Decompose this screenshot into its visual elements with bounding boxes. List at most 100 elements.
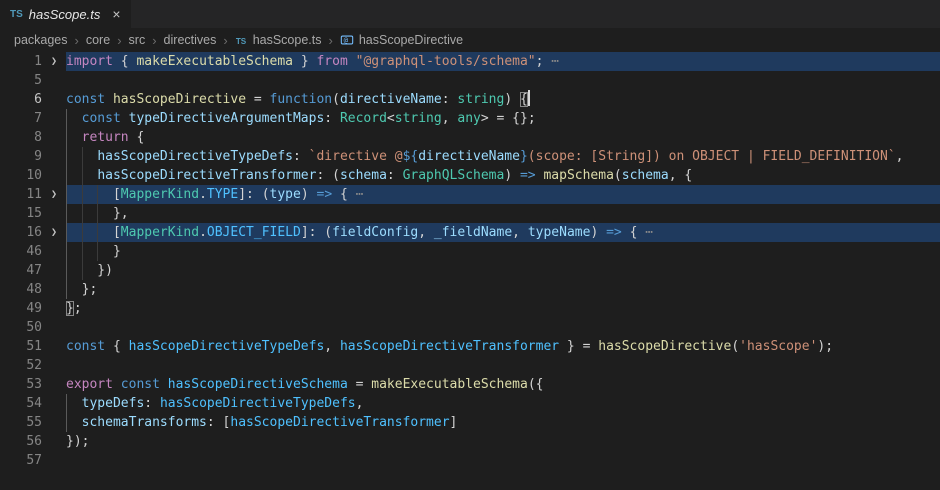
code-content[interactable]	[66, 451, 940, 470]
code-line[interactable]: 7 const typeDirectiveArgumentMaps: Recor…	[0, 109, 940, 128]
code-token	[66, 130, 82, 145]
code-token: <	[387, 111, 395, 126]
fold-chevron-icon[interactable]: ❯	[42, 52, 66, 71]
code-content[interactable]: const { hasScopeDirectiveTypeDefs, hasSc…	[66, 337, 940, 356]
line-number: 57	[0, 451, 42, 470]
code-content[interactable]: [MapperKind.TYPE]: (type) => { ⋯	[66, 185, 940, 204]
indent-guide	[66, 166, 67, 185]
code-line[interactable]: 10 hasScopeDirectiveTransformer: (schema…	[0, 166, 940, 185]
code-line[interactable]: 15 },	[0, 204, 940, 223]
code-token: ,	[418, 225, 434, 240]
code-line[interactable]: 46 }	[0, 242, 940, 261]
code-token: {	[121, 54, 137, 69]
code-content[interactable]: import { makeExecutableSchema } from "@g…	[66, 52, 940, 71]
code-content[interactable]: };	[66, 299, 940, 318]
line-number: 16	[0, 223, 42, 242]
code-line[interactable]: 57	[0, 451, 940, 470]
code-line[interactable]: 53export const hasScopeDirectiveSchema =…	[0, 375, 940, 394]
code-line[interactable]: 50	[0, 318, 940, 337]
code-token: :	[293, 149, 309, 164]
svg-text:TS: TS	[236, 36, 247, 45]
code-content[interactable]: [MapperKind.OBJECT_FIELD]: (fieldConfig,…	[66, 223, 940, 242]
code-token: {	[520, 92, 528, 107]
code-content[interactable]: schemaTransforms: [hasScopeDirectiveTran…	[66, 413, 940, 432]
code-line[interactable]: 51const { hasScopeDirectiveTypeDefs, has…	[0, 337, 940, 356]
code-content[interactable]	[66, 318, 940, 337]
code-content[interactable]: }	[66, 242, 940, 261]
code-token: makeExecutableSchema	[136, 54, 293, 69]
fold-chevron-icon[interactable]: ❯	[42, 185, 66, 204]
tab-close-icon[interactable]: ×	[112, 7, 120, 21]
symbol-variable-icon: @	[340, 33, 354, 47]
code-content[interactable]: const hasScopeDirective = function(direc…	[66, 90, 940, 109]
code-content[interactable]: typeDefs: hasScopeDirectiveTypeDefs,	[66, 394, 940, 413]
code-token: from	[316, 54, 355, 69]
code-line[interactable]: 11❯ [MapperKind.TYPE]: (type) => { ⋯	[0, 185, 940, 204]
code-token: return	[82, 130, 129, 145]
fold-chevron-icon[interactable]: ❯	[42, 223, 66, 242]
line-number: 52	[0, 356, 42, 375]
code-token: ,	[896, 149, 904, 164]
code-token: (	[614, 168, 622, 183]
code-line[interactable]: 47 })	[0, 261, 940, 280]
code-content[interactable]: hasScopeDirectiveTransformer: (schema: G…	[66, 166, 940, 185]
code-content[interactable]: export const hasScopeDirectiveSchema = m…	[66, 375, 940, 394]
code-content[interactable]: hasScopeDirectiveTypeDefs: `directive @$…	[66, 147, 940, 166]
code-token: =	[348, 377, 371, 392]
code-content[interactable]: })	[66, 261, 940, 280]
code-token: MapperKind	[121, 225, 199, 240]
fold-spacer	[42, 166, 66, 185]
breadcrumb-item[interactable]: packages	[14, 33, 68, 47]
code-line[interactable]: 8 return {	[0, 128, 940, 147]
fold-spacer	[42, 280, 66, 299]
code-token: import	[66, 54, 121, 69]
breadcrumb-item[interactable]: @hasScopeDirective	[340, 33, 463, 47]
code-content[interactable]: const typeDirectiveArgumentMaps: Record<…	[66, 109, 940, 128]
code-line[interactable]: 54 typeDefs: hasScopeDirectiveTypeDefs,	[0, 394, 940, 413]
gutter: 51	[0, 337, 66, 356]
code-token: hasScopeDirectiveSchema	[168, 377, 348, 392]
breadcrumb-separator: ›	[152, 33, 156, 48]
code-token: hasScopeDirectiveTransformer	[340, 339, 559, 354]
code-editor[interactable]: 1❯import { makeExecutableSchema } from "…	[0, 52, 940, 490]
code-line[interactable]: 16❯ [MapperKind.OBJECT_FIELD]: (fieldCon…	[0, 223, 940, 242]
breadcrumb-item[interactable]: TShasScope.ts	[235, 33, 322, 47]
code-content[interactable]: },	[66, 204, 940, 223]
code-token: }	[293, 54, 316, 69]
breadcrumb-item[interactable]: directives	[164, 33, 217, 47]
code-line[interactable]: 5	[0, 71, 940, 90]
code-line[interactable]: 52	[0, 356, 940, 375]
code-content[interactable]	[66, 356, 940, 375]
fold-spacer	[42, 261, 66, 280]
code-token: function	[270, 92, 333, 107]
code-content[interactable]: });	[66, 432, 940, 451]
code-line[interactable]: 49};	[0, 299, 940, 318]
gutter: 46	[0, 242, 66, 261]
code-content[interactable]: return {	[66, 128, 940, 147]
fold-spacer	[42, 375, 66, 394]
breadcrumb-separator: ›	[328, 33, 332, 48]
code-line[interactable]: 56});	[0, 432, 940, 451]
gutter: 48	[0, 280, 66, 299]
code-line[interactable]: 6const hasScopeDirective = function(dire…	[0, 90, 940, 109]
code-line[interactable]: 55 schemaTransforms: [hasScopeDirectiveT…	[0, 413, 940, 432]
breadcrumb-item[interactable]: core	[86, 33, 110, 47]
gutter: 15	[0, 204, 66, 223]
code-token: hasScopeDirective	[598, 339, 731, 354]
code-content[interactable]	[66, 71, 940, 90]
code-token: hasScopeDirectiveTypeDefs	[129, 339, 325, 354]
fold-spacer	[42, 451, 66, 470]
line-number: 7	[0, 109, 42, 128]
code-line[interactable]: 48 };	[0, 280, 940, 299]
fold-ellipsis: ⋯	[551, 54, 559, 69]
code-token: .	[199, 187, 207, 202]
indent-guide	[66, 413, 67, 432]
code-token: const	[82, 111, 129, 126]
editor-tab[interactable]: TS hasScope.ts ×	[0, 0, 131, 28]
code-line[interactable]: 9 hasScopeDirectiveTypeDefs: `directive …	[0, 147, 940, 166]
fold-spacer	[42, 432, 66, 451]
breadcrumb-item[interactable]: src	[129, 33, 146, 47]
code-content[interactable]: };	[66, 280, 940, 299]
code-token: MapperKind	[121, 187, 199, 202]
code-line[interactable]: 1❯import { makeExecutableSchema } from "…	[0, 52, 940, 71]
